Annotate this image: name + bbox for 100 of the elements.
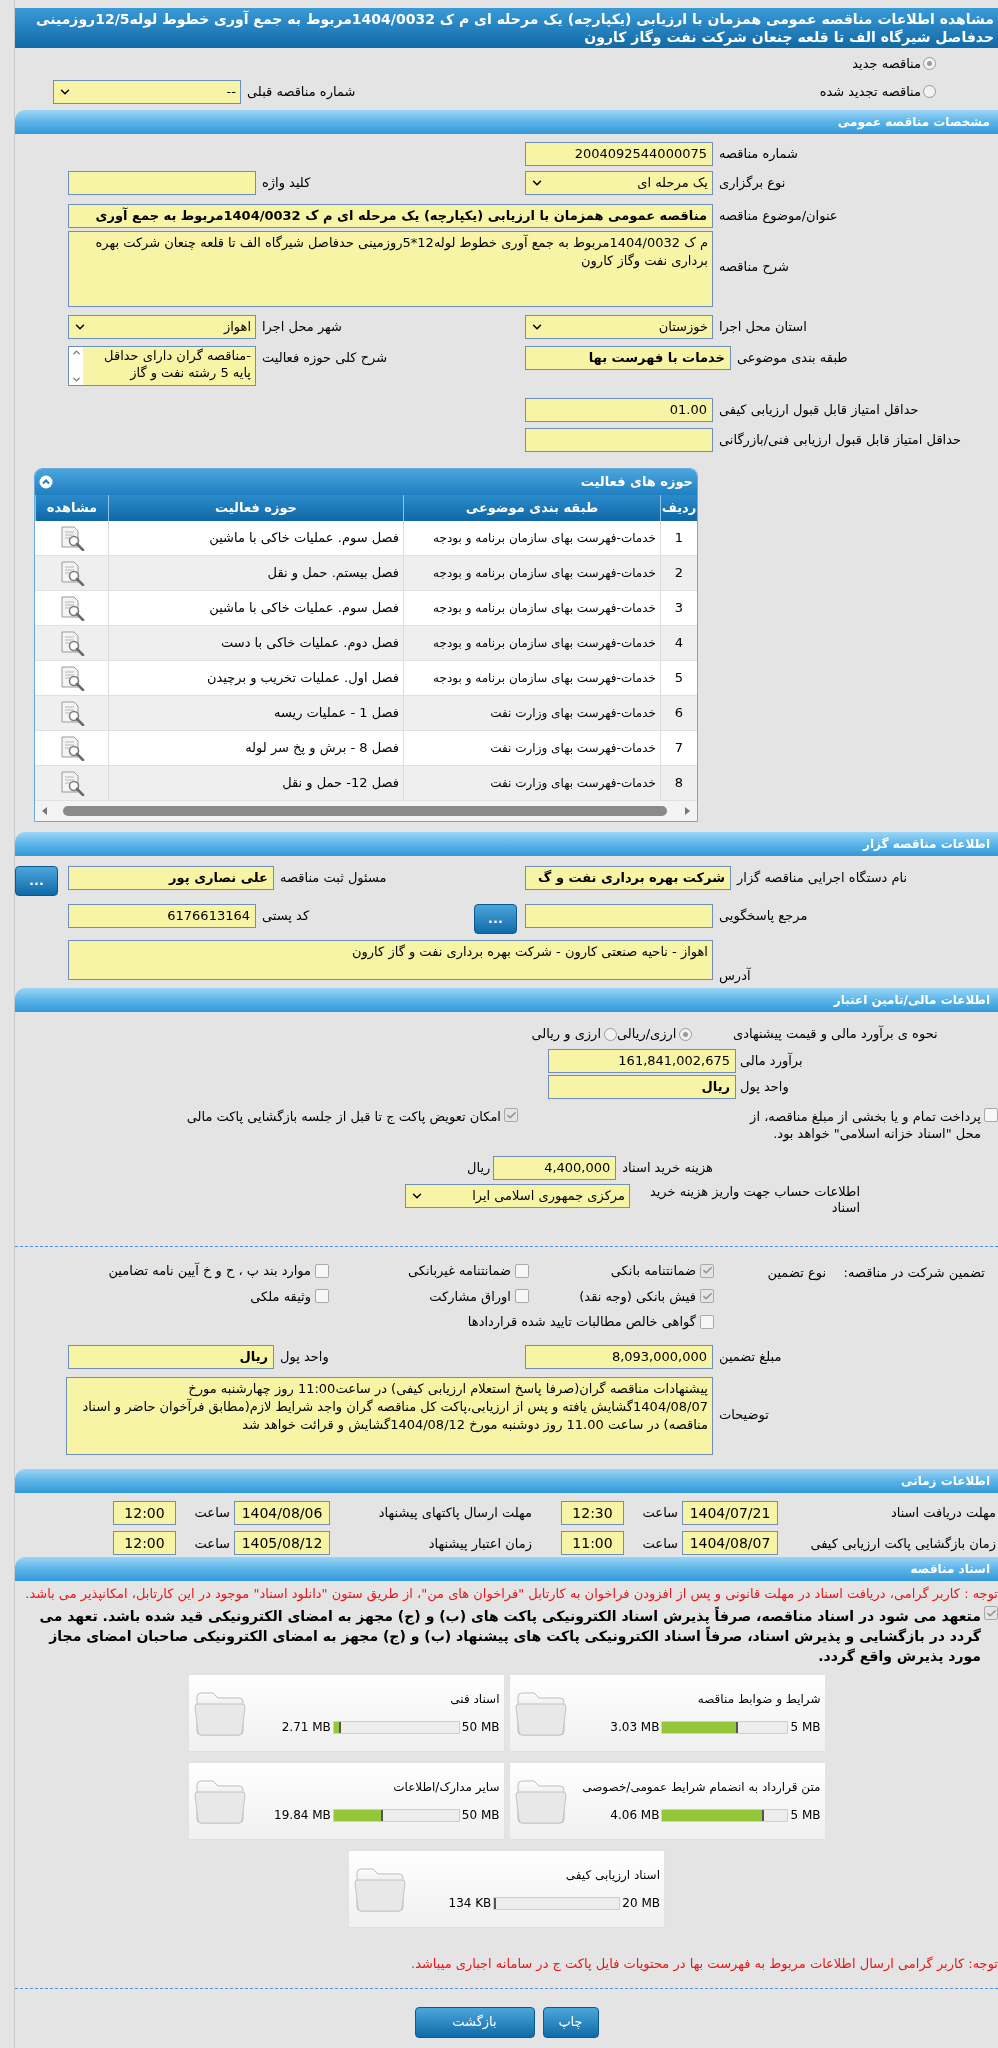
checkbox-label: فیش بانکی (وجه نقد) xyxy=(579,1287,696,1306)
field-label: کد پستی xyxy=(261,907,310,925)
table-cell: 2 xyxy=(660,556,697,590)
checkbox[interactable] xyxy=(315,1289,329,1304)
checkbox[interactable] xyxy=(700,1289,714,1304)
document-title: اسناد فنی xyxy=(450,1691,500,1708)
text-field[interactable]: ریال xyxy=(548,1075,736,1099)
table-cell: 4 xyxy=(660,626,697,660)
table-cell: 7 xyxy=(660,731,697,765)
horizontal-scrollbar[interactable] xyxy=(35,801,697,821)
table-cell: فصل سوم. عملیات خاکی با ماشین xyxy=(108,521,403,555)
time-field[interactable]: 12:00 xyxy=(113,1531,176,1556)
text-field[interactable]: علی نصاری پور xyxy=(68,866,274,890)
time-field[interactable]: 12:00 xyxy=(113,1500,176,1525)
document-magnifier-icon[interactable] xyxy=(58,525,85,551)
radio-button[interactable] xyxy=(679,1027,693,1041)
text-area[interactable]: م ک 1404/0032مربوط به جمع آوری خطوط لوله12*5روزمینی حدفاصل شیرگاه الف تا قلعه چنعان شرکت بهره برداری نفت وگاز کارون xyxy=(68,231,713,307)
field-label: عنوان/موضوع مناقصه xyxy=(718,207,838,226)
text-field[interactable]: 6176613164 xyxy=(68,904,256,928)
field-label: شرح مناقصه xyxy=(718,258,789,277)
field-label: ساعت xyxy=(193,1504,231,1522)
field-label: شماره مناقصه قبلی xyxy=(246,82,356,102)
dropdown[interactable]: اهواز xyxy=(68,315,256,339)
checkbox[interactable] xyxy=(504,1108,518,1122)
radio-button[interactable] xyxy=(923,57,936,71)
document-magnifier-icon[interactable] xyxy=(58,630,85,656)
checkbox-label: گواهی خالص مطالبات تایید شده قراردادها xyxy=(467,1313,696,1332)
checkbox-label: وثیقه ملکی xyxy=(250,1287,311,1306)
text-area[interactable]: اهواز - ناحیه صنعتی کارون - شرکت بهره برداری نفت و گاز کارون xyxy=(68,940,713,980)
document-magnifier-icon[interactable] xyxy=(58,595,85,621)
date-field[interactable]: 1404/08/06 xyxy=(234,1500,330,1525)
browse-button[interactable]: ... xyxy=(474,904,517,934)
dropdown[interactable]: یک مرحله ای xyxy=(525,171,713,195)
document-magnifier-icon[interactable] xyxy=(58,665,85,691)
field-label: نحوه ی برآورد مالی و قیمت پیشنهادی xyxy=(732,1024,938,1044)
text-field[interactable]: 2004092544000075 xyxy=(525,142,713,166)
checkbox[interactable] xyxy=(315,1263,329,1278)
checkbox-label: اوراق مشارکت xyxy=(429,1287,511,1306)
time-field[interactable]: 12:30 xyxy=(561,1500,624,1525)
text-area[interactable]: پیشنهادات مناقصه گران(صرفا پاسخ استعلام ارزیابی کیفی) در ساعت11:00 روز چهارشنبه مورخ 1404/08/07گشایش یافته و پس از ارزیابی،پاکت کل مناقصه گران واجد شرایط لازم(مطابق فرآخوان حاضر و اسناد مناقصه) در ساعت 11.00 روز دوشنبه مورخ 1404/08/12گشایش و قرائت خواهد شد xyxy=(66,1377,713,1455)
checkbox[interactable] xyxy=(515,1263,529,1278)
table-cell: خدمات-فهرست بهای وزارت نفت xyxy=(403,731,660,765)
document-title: متن قرارداد به انضمام شرایط عمومی/خصوصی xyxy=(582,1779,821,1796)
field-label: ریال xyxy=(467,1159,492,1178)
checkbox-label: ضمانتنامه بانکی xyxy=(610,1262,696,1280)
checkbox[interactable] xyxy=(984,1606,998,1620)
commitment-text: متعهد می شود در اسناد مناقصه، صرفاً پذیرش اسناد الکترونیکی پاکت های (ب) و (ج) مجهز به امضای الکترونیکی قید شده باشد. تعهد می گردد در بازگشایی و پذیرش اسناد، صرفاً اسناد الکترونیکی پاکت های پیشنهاد (ب) و (ج) مجهز به امضای الکترونیکی صاحبان امضای مجاز مورد پذیرش واقع گردد. xyxy=(38,1606,981,1666)
text-field[interactable]: 01.00 xyxy=(525,398,713,422)
document-magnifier-icon[interactable] xyxy=(58,560,85,586)
document-magnifier-icon[interactable] xyxy=(58,770,85,796)
action-button[interactable]: چاپ xyxy=(542,2006,599,2038)
text-field[interactable] xyxy=(525,904,713,928)
section-header: اطلاعات مناقصه گزار xyxy=(15,832,998,856)
section-header: اطلاعات مالی/تامین اعتبار xyxy=(15,988,998,1012)
table-cell: فصل 1 - عملیات ریسه xyxy=(108,696,403,730)
table-cell: فصل 8 - برش و پخ سر لوله xyxy=(108,731,403,765)
table-cell: فصل 12- حمل و نقل xyxy=(108,766,403,800)
text-field[interactable]: مناقصه عمومی همزمان با ارزیابی (یکپارچه) یک مرحله ای م ک 1404/0032مربوط به جمع آوری xyxy=(68,204,713,228)
collapse-icon[interactable] xyxy=(39,475,53,489)
size-limit: 5 MB xyxy=(790,1719,821,1736)
document-magnifier-icon[interactable] xyxy=(58,735,85,761)
table-cell: خدمات-فهرست بهای سازمان برنامه و بودجه xyxy=(403,591,660,625)
radio-button[interactable] xyxy=(923,85,936,98)
scroll-up-icon[interactable] xyxy=(70,347,82,358)
scroll-down-icon[interactable] xyxy=(70,374,82,385)
text-field[interactable]: 4,400,000 xyxy=(493,1156,617,1180)
text-field[interactable]: خدمات با فهرست بها xyxy=(525,346,731,370)
document-magnifier-icon[interactable] xyxy=(58,700,85,726)
dropdown[interactable]: مرکزی جمهوری اسلامی ایرا xyxy=(405,1184,630,1208)
field-label: شرح کلی حوزه فعالیت xyxy=(261,349,388,368)
checkbox[interactable] xyxy=(700,1263,714,1278)
text-field[interactable]: 8,093,000,000 xyxy=(525,1345,713,1369)
date-field[interactable]: 1404/07/21 xyxy=(682,1500,778,1525)
checkbox[interactable] xyxy=(984,1108,998,1122)
date-field[interactable]: 1405/08/12 xyxy=(234,1531,330,1556)
list-box[interactable]: -مناقصه گران دارای حداقل پایه 5 رشته نفت و گاز xyxy=(68,346,256,386)
table-cell: خدمات-فهرست بهای سازمان برنامه و بودجه xyxy=(403,521,660,555)
checkbox[interactable] xyxy=(515,1289,529,1304)
text-field[interactable]: 161,841,002,675 xyxy=(548,1049,736,1073)
table-cell: فصل سوم. عملیات خاکی با ماشین xyxy=(108,591,403,625)
table-cell: فصل اول. عملیات تخریب و برچیدن xyxy=(108,661,403,695)
radio-label: ارزی و ریالی xyxy=(531,1025,601,1044)
action-button[interactable]: بازگشت xyxy=(414,2006,535,2038)
table-cell: فصل بیستم. حمل و نقل xyxy=(108,556,403,590)
text-field[interactable]: شرکت بهره برداری نفت و گ xyxy=(525,866,731,890)
text-field[interactable] xyxy=(525,428,713,452)
field-label: واحد پول xyxy=(279,1348,329,1367)
browse-button[interactable]: ... xyxy=(15,866,58,896)
text-field[interactable] xyxy=(68,171,256,195)
time-field[interactable]: 11:00 xyxy=(561,1531,624,1556)
field-label: اطلاعات حساب جهت واریز هزینه خرید اسناد xyxy=(648,1184,860,1216)
date-field[interactable]: 1404/08/07 xyxy=(682,1531,778,1556)
field-label: استان محل اجرا xyxy=(718,318,807,337)
field-label: حداقل امتیاز قابل قبول ارزیابی فنی/بازرگانی xyxy=(718,431,962,450)
radio-button[interactable] xyxy=(604,1027,617,1041)
dropdown[interactable]: خوزستان xyxy=(525,315,713,339)
checkbox[interactable] xyxy=(700,1314,714,1329)
text-field[interactable]: ریال xyxy=(68,1345,274,1369)
dropdown[interactable]: -- xyxy=(53,79,241,104)
file-size: 2.71 MB xyxy=(281,1719,331,1736)
